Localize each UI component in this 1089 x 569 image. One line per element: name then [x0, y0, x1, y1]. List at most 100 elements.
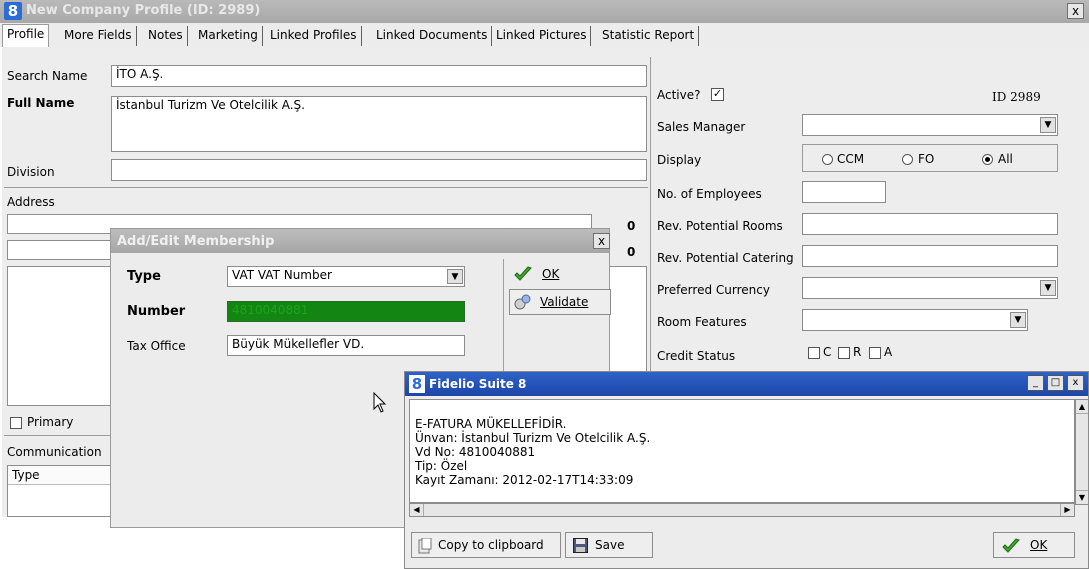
display-option-ccm: CCM: [837, 152, 865, 166]
currency-select[interactable]: [802, 277, 1058, 299]
fidelio-close-button[interactable]: x: [1067, 375, 1084, 391]
display-option-all: All: [998, 152, 1013, 166]
credit-c-label: C: [823, 345, 832, 359]
credit-a-label: A: [884, 345, 893, 359]
tab-more-fields[interactable]: More Fields: [60, 26, 137, 46]
search-name-input[interactable]: İTO A.Ş.: [111, 65, 647, 87]
ok-button[interactable]: OK: [509, 261, 605, 287]
validate-label: Validate: [540, 295, 589, 309]
tax-office-input[interactable]: Büyük Mükellefler VD.: [227, 335, 465, 356]
id-text: ID 2989: [992, 90, 1041, 104]
scroll-left-icon[interactable]: ◀: [410, 504, 424, 516]
display-radio-all[interactable]: [982, 154, 993, 165]
credit-a-checkbox[interactable]: [869, 347, 881, 359]
tax-office-label: Tax Office: [127, 339, 186, 353]
division-input[interactable]: [111, 159, 647, 181]
checkmark-icon: [514, 266, 532, 281]
tab-profile[interactable]: Profile: [2, 24, 50, 47]
rev-catering-input[interactable]: [802, 245, 1058, 267]
dialog-close-button[interactable]: x: [593, 233, 610, 249]
rev-rooms-input[interactable]: [802, 213, 1058, 235]
ok-label: OK: [542, 267, 560, 281]
sales-manager-label: Sales Manager: [657, 120, 746, 134]
employees-label: No. of Employees: [657, 187, 762, 201]
type-label: Type: [127, 269, 161, 284]
display-option-fo: FO: [918, 152, 935, 166]
address-counter-1: 0: [627, 219, 636, 233]
clipboard-icon: [418, 538, 432, 554]
search-name-label: Search Name: [7, 69, 88, 83]
primary-label: Primary: [27, 415, 74, 429]
minimize-button[interactable]: _: [1027, 375, 1044, 391]
message-lines: E-FATURA MÜKELLEFİDİR. Ünvan: İstanbul T…: [415, 417, 650, 487]
validate-button[interactable]: Validate: [509, 289, 611, 315]
fidelio-logo-icon: 8: [409, 375, 425, 393]
vertical-scrollbar[interactable]: ▲ ▼: [1075, 399, 1089, 505]
display-label: Display: [657, 153, 702, 167]
dialog-title-bar: Add/Edit Membership x: [111, 229, 610, 253]
dialog-title: Add/Edit Membership: [117, 234, 275, 249]
address-divider: [4, 187, 648, 188]
save-button[interactable]: Save: [565, 532, 653, 558]
message-text-area[interactable]: E-FATURA MÜKELLEFİDİR. Ünvan: İstanbul T…: [409, 399, 1075, 503]
scroll-down-icon[interactable]: ▼: [1076, 490, 1088, 504]
save-icon: [573, 538, 588, 553]
full-name-input[interactable]: İstanbul Turizm Ve Otelcilik A.Ş.: [111, 96, 647, 152]
maximize-button[interactable]: □: [1047, 375, 1064, 391]
credit-c-checkbox[interactable]: [808, 347, 820, 359]
message-line: E-FATURA MÜKELLEFİDİR.: [415, 417, 567, 431]
copy-label: Copy to clipboard: [438, 538, 544, 552]
credit-r-label: R: [853, 345, 862, 359]
fidelio-ok-label: OK: [1030, 538, 1048, 552]
save-label: Save: [595, 538, 625, 552]
number-input[interactable]: 4810040881: [227, 301, 465, 322]
fidelio-ok-button[interactable]: OK: [993, 532, 1075, 558]
fidelio-message-window: 8 Fidelio Suite 8 _ □ x E-FATURA MÜKELLE…: [404, 371, 1089, 569]
tab-notes[interactable]: Notes: [144, 26, 188, 46]
copy-to-clipboard-button[interactable]: Copy to clipboard: [411, 532, 561, 558]
credit-r-checkbox[interactable]: [838, 347, 850, 359]
fidelio-title-bar: 8 Fidelio Suite 8 _ □ x: [405, 372, 1088, 396]
rev-catering-label: Rev. Potential Catering: [657, 251, 794, 265]
communication-label: Communication: [7, 445, 102, 459]
tab-linked-documents[interactable]: Linked Documents: [372, 26, 493, 46]
active-label: Active?: [657, 88, 701, 102]
checkmark-icon: [1002, 538, 1020, 553]
division-label: Division: [7, 165, 55, 179]
primary-checkbox[interactable]: [10, 417, 22, 429]
chevron-down-icon[interactable]: ▼: [1040, 117, 1056, 133]
rev-rooms-label: Rev. Potential Rooms: [657, 219, 783, 233]
type-select[interactable]: VAT VAT Number: [227, 266, 465, 287]
number-label: Number: [127, 304, 186, 319]
chevron-down-icon[interactable]: ▼: [1040, 280, 1056, 296]
app-logo-icon: 8: [4, 2, 22, 20]
room-features-select[interactable]: [802, 309, 1028, 331]
employees-input[interactable]: [802, 181, 886, 203]
close-button[interactable]: x: [1067, 3, 1084, 19]
fidelio-toolbar: Copy to clipboard Save OK: [409, 530, 1086, 560]
chevron-down-icon[interactable]: ▼: [1010, 312, 1026, 328]
address-label: Address: [7, 195, 55, 209]
message-line: Ünvan: İstanbul Turizm Ve Otelcilik A.Ş.: [415, 431, 651, 445]
scroll-right-icon[interactable]: ▶: [1060, 504, 1074, 516]
currency-label: Preferred Currency: [657, 283, 770, 297]
sales-manager-select[interactable]: [802, 114, 1058, 136]
display-radio-fo[interactable]: [902, 154, 913, 165]
tab-bar: Profile More Fields Notes Marketing Link…: [0, 23, 1089, 47]
main-title-bar: 8 New Company Profile (ID: 2989) x: [0, 0, 1089, 23]
active-checkbox[interactable]: ✓: [711, 88, 724, 101]
tab-marketing[interactable]: Marketing: [194, 26, 263, 46]
tab-statistic-report[interactable]: Statistic Report: [598, 26, 700, 46]
chevron-down-icon[interactable]: ▼: [447, 269, 463, 284]
tab-linked-profiles[interactable]: Linked Profiles: [266, 26, 362, 46]
message-line: Kayıt Zamanı: 2012-02-17T14:33:09: [415, 473, 634, 487]
horizontal-scrollbar[interactable]: ◀ ▶: [409, 503, 1075, 517]
display-radio-ccm[interactable]: [822, 154, 833, 165]
mouse-cursor-icon: [373, 392, 387, 413]
validate-icon: [514, 294, 531, 310]
tab-linked-pictures[interactable]: Linked Pictures: [492, 26, 592, 46]
scroll-up-icon[interactable]: ▲: [1076, 400, 1088, 414]
fidelio-title: Fidelio Suite 8: [429, 377, 527, 391]
room-features-label: Room Features: [657, 315, 747, 329]
full-name-label: Full Name: [7, 96, 75, 110]
